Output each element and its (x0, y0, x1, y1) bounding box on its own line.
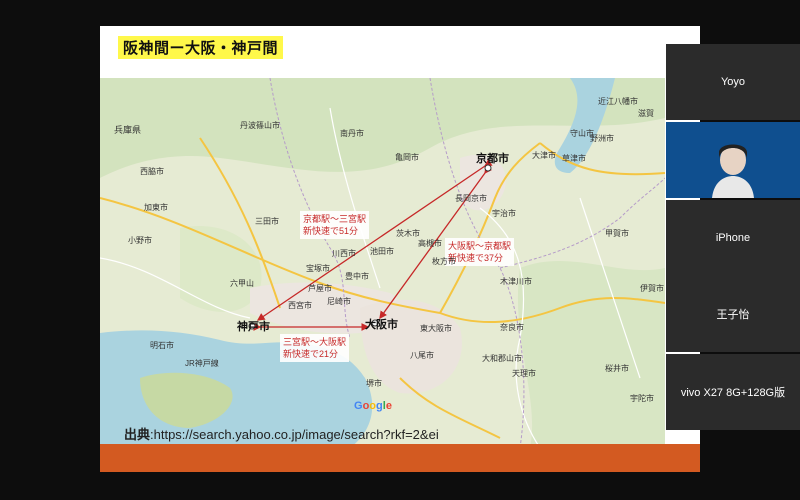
map-label: 大和郡山市 (482, 354, 522, 363)
map-label: 大津市 (532, 151, 556, 160)
map-label: 丹波篠山市 (240, 121, 280, 130)
map-label: 長岡京市 (455, 194, 487, 203)
map-label: 木津川市 (500, 277, 532, 286)
map-label: 西脇市 (140, 167, 164, 176)
map-label: 川西市 (332, 249, 356, 258)
participant-name: Yoyo (720, 76, 746, 88)
map-label: JR神戸線 (185, 359, 219, 368)
source-label: 出典 (124, 427, 151, 442)
route-kyoto-sannomiya-time: 新快速で51分 (303, 226, 359, 236)
map-label: 枚方市 (432, 257, 456, 266)
city-osaka: 大阪市 (365, 319, 398, 331)
source-citation: 出典:https://search.yahoo.co.jp/image/sear… (124, 424, 439, 443)
map-label: 兵庫県 (114, 125, 142, 135)
city-kobe: 神戸市 (237, 321, 270, 333)
slide-footer-bar (100, 444, 700, 472)
route-sannomiya-osaka-time: 新快速で21分 (283, 349, 339, 359)
participant-tile[interactable]: iPhone (666, 200, 800, 276)
participant-tile[interactable]: Yoyo (666, 44, 800, 120)
map-label: 堺市 (366, 379, 382, 388)
map-label: 宇治市 (492, 209, 516, 218)
map-label: 草津市 (562, 154, 586, 163)
route-sannomiya-osaka-stations: 三宮駅〜大阪駅 (283, 337, 347, 347)
route-kyoto-sannomiya-stations: 京都駅〜三宮駅 (303, 214, 367, 224)
route-sannomiya-osaka: 三宮駅〜大阪駅 新快速で21分 (280, 334, 350, 362)
map-label: 茨木市 (396, 229, 420, 238)
participant-video-icon (712, 144, 754, 198)
map-label: 東大阪市 (420, 324, 452, 333)
map-label: 奈良市 (500, 323, 524, 332)
map-label: 芦屋市 (308, 284, 332, 293)
map-label: 明石市 (150, 341, 174, 350)
map-label: 近江八幡市 (598, 97, 638, 106)
route-osaka-kyoto-stations: 大阪駅〜京都駅 (448, 241, 512, 251)
presentation-slide: 阪神間ー大阪・神戸間 京都市 大阪市 神戸市 京都駅〜三宮駅 新快速で51分 大… (100, 26, 700, 472)
map-label: 野洲市 (590, 134, 614, 143)
participant-panel: Yoyo iPhone 王子怡 vivo X27 8G+128G版 (666, 44, 800, 430)
map-label: 滋賀 (638, 109, 654, 118)
map-label: 尼崎市 (327, 297, 351, 306)
participant-tile[interactable]: vivo X27 8G+128G版 (666, 354, 800, 430)
google-attribution: Google (354, 400, 392, 412)
city-kyoto: 京都市 (476, 153, 509, 165)
map-label: 伊賀市 (640, 284, 664, 293)
source-url: :https://search.yahoo.co.jp/image/search… (150, 427, 439, 442)
map-image: 京都市 大阪市 神戸市 京都駅〜三宮駅 新快速で51分 大阪駅〜京都駅 新快速で… (100, 78, 665, 448)
participant-name: iPhone (715, 232, 751, 244)
map-label: 加東市 (144, 203, 168, 212)
map-label: 三田市 (255, 217, 279, 226)
route-kyoto-sannomiya: 京都駅〜三宮駅 新快速で51分 (300, 211, 370, 239)
participant-video-tile[interactable] (666, 122, 800, 198)
participant-name: 王子怡 (716, 309, 750, 321)
slide-title: 阪神間ー大阪・神戸間 (118, 36, 284, 59)
map-label: 西宮市 (288, 301, 312, 310)
participant-name: vivo X27 8G+128G版 (680, 387, 786, 399)
map-label: 宇陀市 (630, 394, 654, 403)
map-label: 池田市 (370, 247, 394, 256)
map-label: 桜井市 (605, 364, 629, 373)
map-label: 高槻市 (418, 239, 442, 248)
participant-tile[interactable]: 王子怡 (666, 276, 800, 352)
map-label: 六甲山 (230, 279, 254, 288)
route-osaka-kyoto-time: 新快速で37分 (448, 253, 504, 263)
map-label: 亀岡市 (395, 153, 419, 162)
map-label: 南丹市 (340, 129, 364, 138)
map-label: 小野市 (128, 236, 152, 245)
map-label: 豊中市 (345, 272, 369, 281)
map-label: 甲賀市 (605, 229, 629, 238)
map-label: 八尾市 (410, 351, 434, 360)
map-label: 天理市 (512, 369, 536, 378)
map-label: 宝塚市 (306, 264, 330, 273)
